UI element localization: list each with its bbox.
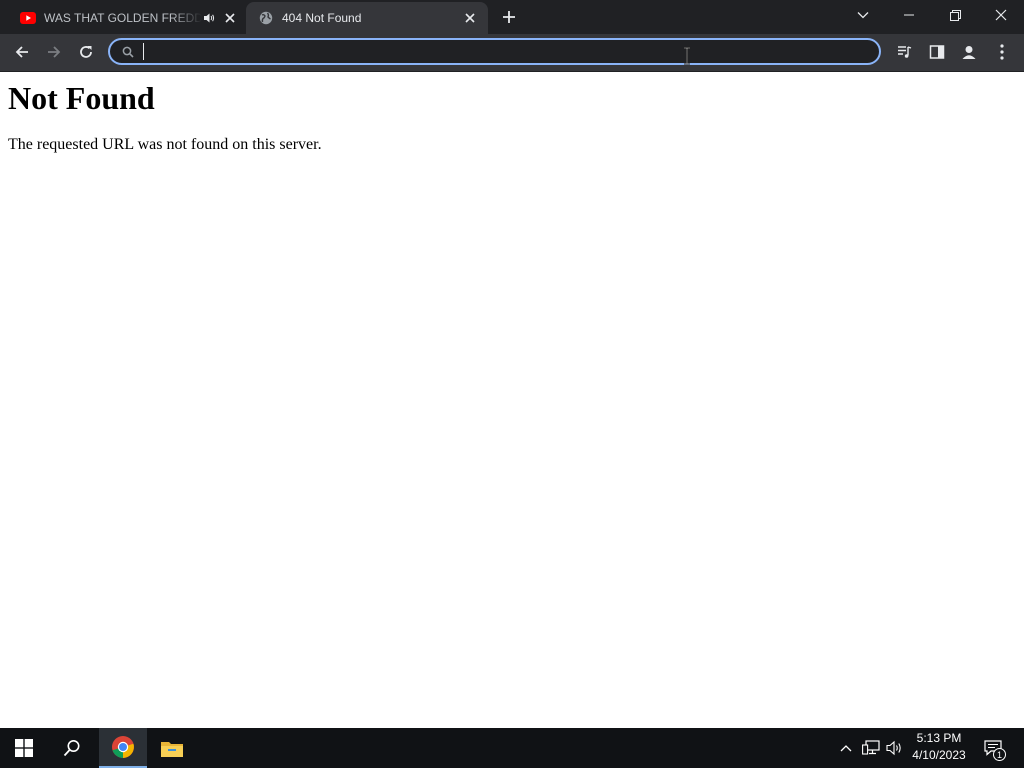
speaker-icon[interactable] — [202, 10, 217, 26]
network-button[interactable] — [860, 728, 882, 768]
globe-icon — [258, 10, 274, 26]
tab-404[interactable]: 404 Not Found — [246, 2, 488, 34]
youtube-icon — [20, 10, 36, 26]
close-icon — [995, 9, 1007, 21]
file-explorer-icon — [161, 742, 183, 757]
error-message: The requested URL was not found on this … — [8, 136, 322, 153]
side-panel-button[interactable] — [923, 38, 951, 66]
restore-icon — [949, 9, 961, 21]
windows-start-icon — [15, 739, 33, 757]
clock-date: 4/10/2023 — [912, 748, 966, 762]
media-queue-icon — [898, 46, 912, 58]
tab-title: 404 Not Found — [282, 11, 362, 25]
taskbar-clock[interactable]: 5:13 PM 4/10/2023 — [906, 730, 972, 766]
volume-icon — [886, 740, 901, 756]
volume-button[interactable] — [884, 728, 906, 768]
restore-button[interactable] — [932, 0, 978, 30]
minimize-button[interactable] — [886, 0, 932, 30]
plus-icon — [503, 11, 515, 23]
kebab-menu-icon — [1000, 44, 1004, 60]
chevron-down-icon — [857, 12, 869, 19]
page-title: Not Found — [8, 80, 155, 116]
page-content: Not Found The requested URL was not foun… — [0, 72, 1024, 728]
start-button[interactable] — [0, 728, 48, 768]
address-input[interactable] — [142, 41, 879, 62]
close-tab-icon[interactable] — [223, 10, 238, 26]
close-window-button[interactable] — [978, 0, 1024, 30]
forward-icon — [48, 46, 61, 58]
browser-toolbar — [0, 34, 1024, 72]
network-icon — [862, 740, 880, 755]
reload-icon — [80, 46, 92, 58]
close-tab-icon[interactable] — [462, 10, 478, 26]
action-center-button[interactable]: 1 — [978, 728, 1008, 768]
search-icon — [63, 740, 80, 757]
taskbar-chrome[interactable] — [99, 728, 147, 768]
clock-time: 5:13 PM — [916, 731, 962, 745]
forward-button[interactable] — [40, 38, 68, 66]
taskbar-search-button[interactable] — [48, 728, 96, 768]
address-bar[interactable] — [108, 38, 881, 65]
new-tab-button[interactable] — [498, 6, 520, 28]
notification-count-badge: 1 — [993, 748, 1006, 761]
text-cursor-icon — [684, 47, 690, 65]
show-hidden-icons-button[interactable] — [836, 728, 856, 768]
minimize-icon — [904, 14, 914, 16]
tab-youtube[interactable]: WAS THAT GOLDEN FREDDY — [8, 2, 246, 34]
tab-title: WAS THAT GOLDEN FREDDY — [44, 11, 202, 25]
search-icon — [120, 44, 136, 60]
chrome-menu-button[interactable] — [988, 38, 1016, 66]
tab-strip: WAS THAT GOLDEN FREDDY 404 Not Found — [0, 0, 1024, 34]
chevron-up-icon — [840, 745, 852, 752]
side-panel-icon — [929, 45, 945, 59]
media-queue-button[interactable] — [891, 38, 919, 66]
taskbar-file-explorer[interactable] — [148, 728, 196, 768]
back-button[interactable] — [8, 38, 36, 66]
reload-button[interactable] — [72, 38, 100, 66]
profile-button[interactable] — [955, 38, 983, 66]
profile-icon — [962, 46, 976, 59]
tab-search-button[interactable] — [840, 0, 886, 30]
taskbar: 5:13 PM 4/10/2023 1 — [0, 728, 1024, 768]
text-caret — [143, 43, 144, 60]
back-icon — [15, 46, 28, 58]
chrome-icon — [112, 736, 134, 758]
